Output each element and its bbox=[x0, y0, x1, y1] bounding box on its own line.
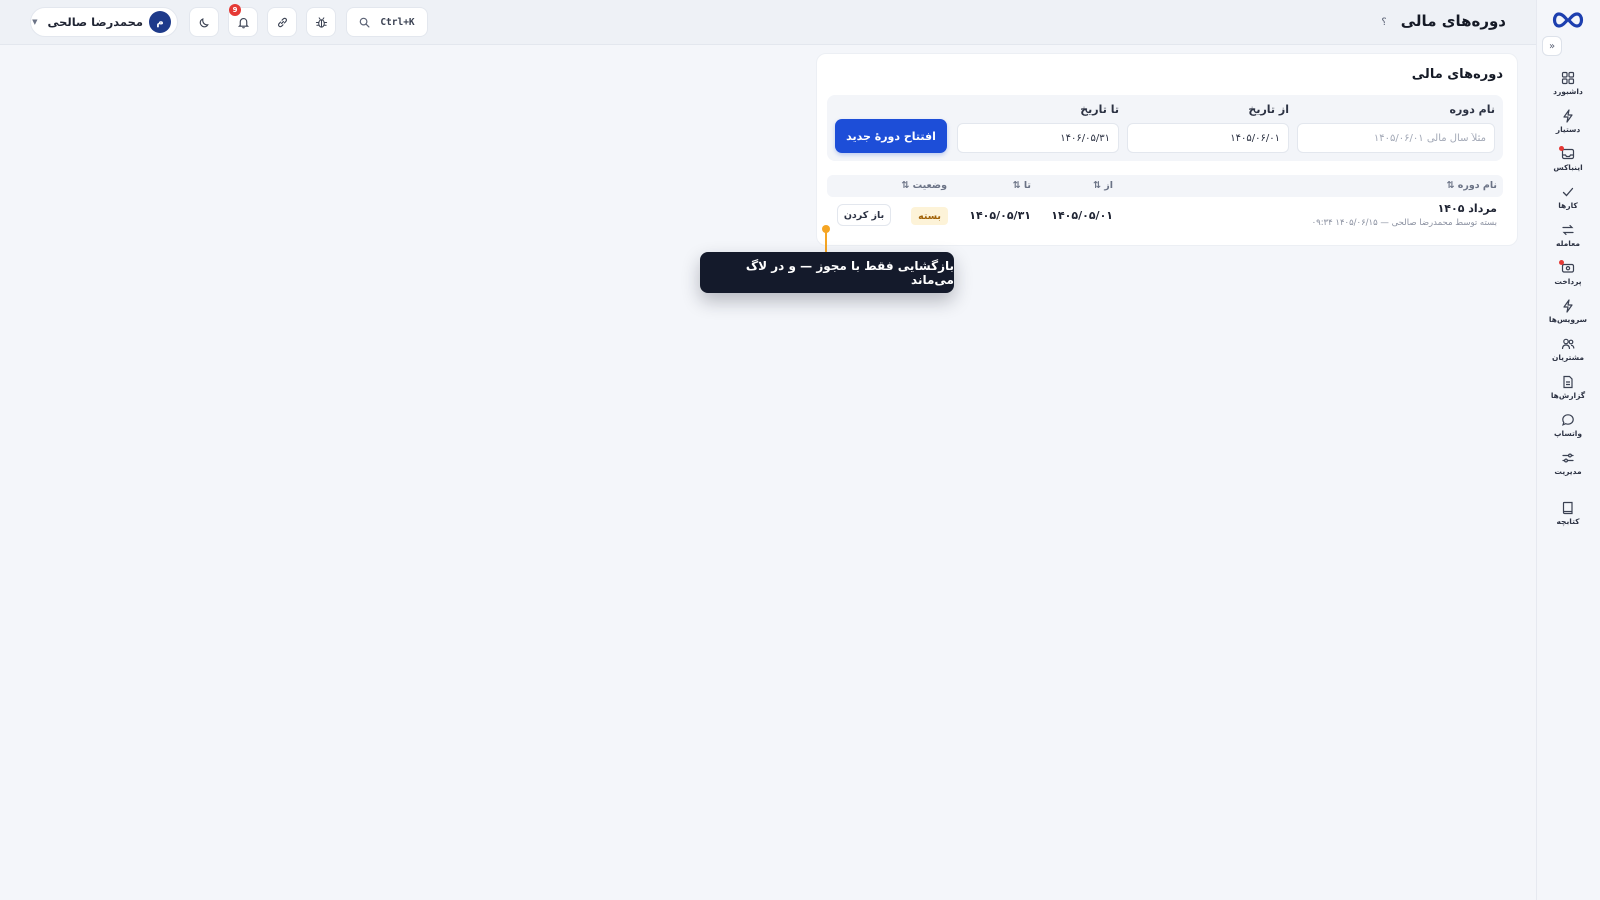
notifications-button[interactable]: 9 bbox=[228, 4, 258, 37]
notification-count-badge: 9 bbox=[229, 4, 241, 16]
help-icon: ؟ bbox=[1381, 16, 1387, 28]
sidebar-item-handbook[interactable]: کتابچه bbox=[1536, 494, 1600, 532]
chevron-down-icon: ▼ bbox=[32, 18, 38, 26]
sidebar-item-management[interactable]: مدیریت bbox=[1536, 444, 1600, 482]
to-date-input[interactable] bbox=[957, 123, 1119, 153]
check-icon bbox=[1562, 187, 1574, 196]
sidebar-item-deal[interactable]: معامله bbox=[1536, 216, 1600, 254]
callout-line bbox=[825, 230, 827, 252]
search-shortcut: Ctrl+K bbox=[380, 16, 415, 28]
user-name: محمدرضا صالحی bbox=[47, 15, 144, 29]
sidebar-item-payment[interactable]: پرداخت bbox=[1536, 254, 1600, 292]
sidebar-item-label: مدیریت bbox=[1554, 466, 1582, 476]
bolt-icon bbox=[1563, 108, 1573, 123]
moon-icon bbox=[199, 17, 209, 27]
period-to-date: ۱۴۰۵/۰۵/۳۱ bbox=[969, 209, 1031, 222]
sidebar-item-label: سرویس‌ها bbox=[1548, 314, 1588, 324]
collapse-sidebar-button[interactable]: » bbox=[1542, 36, 1562, 56]
tooltip-text: بازگشایی فقط با مجوز — و در لاگ می‌ماند bbox=[745, 258, 954, 287]
sidebar-divider bbox=[1536, 482, 1600, 494]
sidebar-item-label: اینباکس bbox=[1553, 162, 1583, 172]
page-title: دوره‌های مالی bbox=[1400, 12, 1506, 30]
unread-dot bbox=[1559, 146, 1564, 151]
sidebar-item-assistant[interactable]: دستیار bbox=[1536, 102, 1600, 140]
users-icon bbox=[1561, 338, 1575, 349]
new-period-form: نام دوره از تاریخ تا تاریخ افتتاح دورهٔ … bbox=[827, 95, 1503, 161]
sidebar-item-customers[interactable]: مشتریان bbox=[1536, 330, 1600, 368]
column-header-status[interactable]: وضعیت ⇅ bbox=[901, 180, 947, 191]
copy-link-button[interactable] bbox=[267, 7, 297, 37]
fiscal-periods-card: دوره‌های مالی نام دوره از تاریخ تا تاریخ… bbox=[816, 53, 1518, 246]
column-header-from[interactable]: از ⇅ bbox=[1093, 180, 1113, 191]
period-from-date: ۱۴۰۵/۰۵/۰۱ bbox=[1051, 209, 1113, 222]
top-bar: دوره‌های مالی ؟ Ctrl+K 9 م محمدرضا صالحی… bbox=[0, 0, 1536, 45]
sidebar-item-label: دستیار bbox=[1555, 124, 1581, 134]
period-closed-by: بسته توسط محمدرضا صالحی — ۱۴۰۵/۰۶/۱۵ ۰۹:… bbox=[1311, 218, 1497, 228]
reopen-tooltip: بازگشایی فقط با مجوز — و در لاگ می‌ماند bbox=[700, 252, 954, 293]
sidebar-nav: داشبورد دستیار اینباکس کارها معامله پردا… bbox=[1536, 64, 1600, 532]
app-logo-icon[interactable] bbox=[1550, 6, 1586, 34]
chevron-double-right-icon: » bbox=[1548, 40, 1556, 52]
table-row: مرداد ۱۴۰۵ بسته توسط محمدرضا صالحی — ۱۴۰… bbox=[827, 198, 1503, 238]
from-date-input[interactable] bbox=[1127, 123, 1289, 153]
bell-icon bbox=[237, 17, 249, 28]
sidebar-item-label: پرداخت bbox=[1554, 276, 1582, 286]
book-icon bbox=[1562, 501, 1573, 514]
period-name-label: نام دوره bbox=[1449, 103, 1495, 116]
sidebar-item-dashboard[interactable]: داشبورد bbox=[1536, 64, 1600, 102]
theme-toggle-button[interactable] bbox=[189, 7, 219, 37]
status-badge: بسته bbox=[911, 207, 948, 225]
sidebar-item-label: معامله bbox=[1556, 238, 1580, 248]
reopen-period-button[interactable]: باز کردن bbox=[837, 204, 891, 226]
sidebar-item-label: داشبورد bbox=[1553, 86, 1583, 96]
from-date-label: از تاریخ bbox=[1248, 103, 1289, 116]
period-name-input[interactable] bbox=[1297, 123, 1495, 153]
transfer-icon bbox=[1562, 224, 1574, 235]
bug-icon bbox=[315, 16, 327, 28]
sidebar-item-label: مشتریان bbox=[1551, 352, 1585, 362]
search-icon bbox=[360, 17, 370, 27]
sliders-icon bbox=[1562, 452, 1574, 463]
column-header-name[interactable]: نام دوره ⇅ bbox=[1446, 180, 1497, 191]
help-button[interactable]: ؟ bbox=[1376, 14, 1392, 30]
column-header-to[interactable]: تا ⇅ bbox=[1013, 180, 1031, 191]
avatar: م bbox=[149, 11, 171, 33]
sidebar: » داشبورد دستیار اینباکس کارها معامله پر… bbox=[1536, 0, 1600, 900]
sidebar-item-services[interactable]: سرویس‌ها bbox=[1536, 292, 1600, 330]
search-button[interactable]: Ctrl+K bbox=[346, 7, 428, 37]
to-date-label: تا تاریخ bbox=[1080, 103, 1119, 116]
bug-report-button[interactable] bbox=[306, 7, 336, 37]
sidebar-item-label: واتساپ bbox=[1553, 428, 1583, 438]
sidebar-item-inbox[interactable]: اینباکس bbox=[1536, 140, 1600, 178]
table-header: نام دوره ⇅ از ⇅ تا ⇅ وضعیت ⇅ bbox=[827, 175, 1503, 197]
report-icon bbox=[1563, 375, 1573, 388]
user-menu[interactable]: م محمدرضا صالحی ▼ bbox=[30, 7, 178, 37]
sidebar-item-whatsapp[interactable]: واتساپ bbox=[1536, 406, 1600, 444]
card-title: دوره‌های مالی bbox=[1411, 67, 1503, 82]
alert-dot bbox=[1559, 260, 1564, 265]
sidebar-item-tasks[interactable]: کارها bbox=[1536, 178, 1600, 216]
sidebar-item-label: گزارش‌ها bbox=[1550, 390, 1586, 400]
sidebar-item-label: کارها bbox=[1558, 200, 1578, 210]
chat-icon bbox=[1562, 413, 1574, 426]
bolt-icon bbox=[1563, 298, 1573, 313]
link-icon bbox=[277, 17, 287, 27]
period-name: مرداد ۱۴۰۵ bbox=[1437, 202, 1497, 215]
sidebar-item-label: کتابچه bbox=[1556, 516, 1580, 526]
dashboard-icon bbox=[1561, 71, 1575, 84]
open-new-period-button[interactable]: افتتاح دورهٔ جدید bbox=[835, 119, 947, 153]
sidebar-item-reports[interactable]: گزارش‌ها bbox=[1536, 368, 1600, 406]
